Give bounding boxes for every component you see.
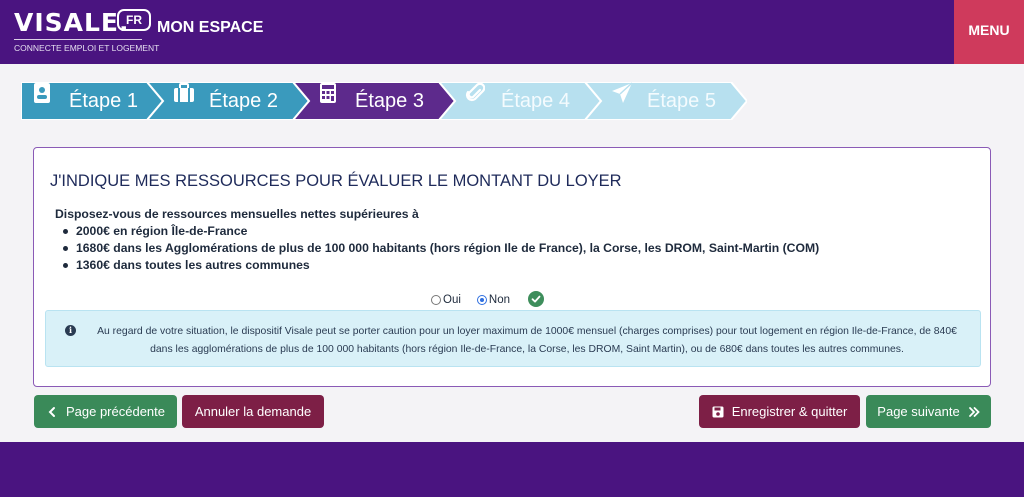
list-item: 1680€ dans les Agglomérations de plus de…: [58, 240, 819, 257]
paper-plane-icon: [611, 82, 633, 112]
resources-form-card: J'INDIQUE MES RESSOURCES POUR ÉVALUER LE…: [33, 147, 991, 387]
double-chevron-right-icon: [968, 406, 980, 418]
income-thresholds-list: 2000€ en région Île-de-France 1680€ dans…: [58, 223, 819, 274]
menu-button[interactable]: MENU: [954, 0, 1024, 64]
form-title: J'INDIQUE MES RESSOURCES POUR ÉVALUER LE…: [50, 172, 622, 190]
step-1-label: Étape 1: [69, 89, 138, 112]
resources-question: Disposez-vous de ressources mensuelles n…: [55, 207, 419, 221]
cancel-request-button[interactable]: Annuler la demande: [182, 395, 324, 428]
paperclip-icon: [465, 82, 487, 112]
logo-tagline: CONNECTE EMPLOI ET LOGEMENT: [14, 43, 160, 53]
logo-divider: [14, 39, 142, 40]
chevron-left-icon: [46, 406, 58, 418]
valid-check-icon: [528, 291, 544, 307]
step-1[interactable]: Étape 1: [21, 82, 163, 120]
cancel-request-label: Annuler la demande: [194, 404, 312, 419]
info-line-2: dans les agglomérations de plus de 100 0…: [150, 344, 904, 355]
radio-oui[interactable]: [431, 295, 441, 305]
step-3[interactable]: Étape 3: [293, 82, 455, 120]
info-icon: i: [65, 325, 76, 336]
info-line-1: Au regard de votre situation, le disposi…: [97, 326, 957, 337]
mon-espace-link[interactable]: MON ESPACE: [157, 19, 263, 37]
list-item: 2000€ en région Île-de-France: [58, 223, 819, 240]
step-5: Étape 5: [585, 82, 747, 120]
logo-fr-badge: FR: [117, 9, 151, 31]
save-and-quit-label: Enregistrer & quitter: [731, 404, 848, 419]
visale-logo[interactable]: VISALE. FR CONNECTE EMPLOI ET LOGEMENT: [14, 8, 159, 56]
floppy-disk-icon: [712, 406, 724, 418]
step-progress: Étape 1 Étape 2 Étape 3 Étape 4 Étape 5: [21, 82, 751, 120]
next-page-label: Page suivante: [877, 404, 960, 419]
top-header: VISALE. FR CONNECTE EMPLOI ET LOGEMENT M…: [0, 0, 1024, 64]
step-4-label: Étape 4: [501, 89, 570, 112]
step-2-label: Étape 2: [209, 89, 278, 112]
list-item: 1360€ dans toutes les autres communes: [58, 257, 819, 274]
radio-non[interactable]: [476, 295, 487, 305]
save-and-quit-button[interactable]: Enregistrer & quitter: [699, 395, 860, 428]
next-page-button[interactable]: Page suivante: [866, 395, 991, 428]
calculator-icon: [319, 83, 341, 112]
logo-wordmark: VISALE.: [14, 8, 130, 37]
info-alert: i Au regard de votre situation, le dispo…: [45, 310, 981, 367]
step-2[interactable]: Étape 2: [147, 82, 309, 120]
previous-page-label: Page précédente: [65, 404, 166, 419]
radio-oui-label[interactable]: Oui: [443, 294, 461, 306]
step-4: Étape 4: [439, 82, 601, 120]
step-3-label: Étape 3: [355, 89, 424, 112]
suitcase-icon: [173, 83, 195, 112]
info-message: Au regard de votre situation, le disposi…: [82, 323, 972, 359]
step-5-label: Étape 5: [647, 89, 716, 112]
page-footer: [0, 442, 1024, 497]
resources-radio-group: Oui Non: [431, 292, 526, 308]
previous-page-button[interactable]: Page précédente: [34, 395, 177, 428]
radio-non-label[interactable]: Non: [489, 294, 510, 306]
id-card-icon: [33, 83, 55, 112]
